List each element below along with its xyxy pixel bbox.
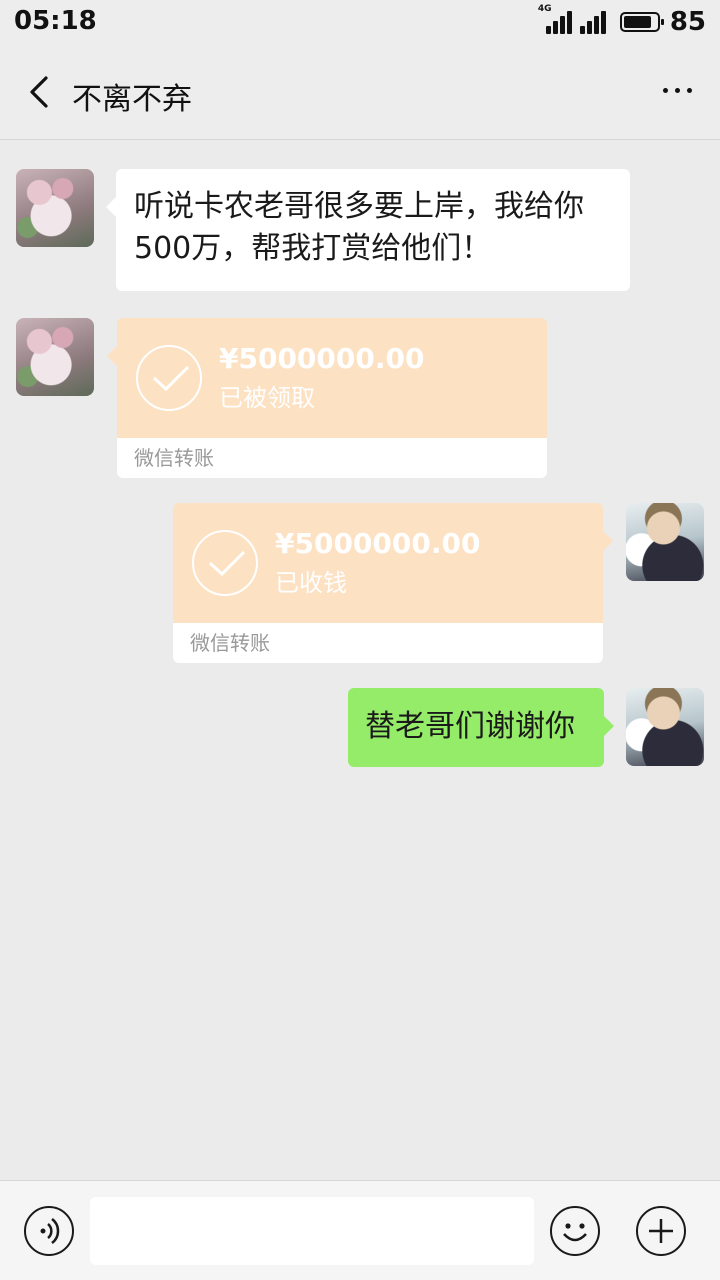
my-avatar[interactable] — [626, 503, 704, 581]
contact-avatar[interactable] — [16, 169, 94, 247]
battery-icon — [619, 12, 664, 32]
status-time: 05:18 — [14, 6, 97, 36]
signal-icon — [579, 10, 610, 34]
check-circle-icon — [136, 345, 202, 411]
plus-icon[interactable] — [636, 1206, 686, 1256]
status-bar: 05:18 4G 85 — [0, 0, 720, 44]
transfer-status: 已收钱 — [275, 569, 347, 597]
network-type-label: 4G — [537, 4, 552, 14]
my-avatar[interactable] — [626, 688, 704, 766]
transfer-card-body: ¥5000000.00 已被领取 — [107, 318, 547, 438]
transfer-amount: ¥5000000.00 — [275, 527, 481, 560]
status-icons: 4G 85 — [538, 4, 706, 38]
message-line: 听说卡农老哥很多要上岸，我给你 — [134, 189, 584, 224]
emoji-icon[interactable] — [550, 1206, 600, 1256]
back-chevron-icon[interactable] — [22, 74, 58, 110]
message-input[interactable] — [90, 1197, 534, 1265]
check-circle-icon — [192, 530, 258, 596]
transfer-amount: ¥5000000.00 — [219, 342, 425, 375]
more-dots-icon[interactable] — [663, 88, 692, 93]
received-transfer-card[interactable]: ¥5000000.00 已被领取 微信转账 — [107, 318, 547, 478]
battery-level: 85 — [669, 7, 706, 37]
input-bar — [0, 1180, 720, 1280]
sent-transfer-card[interactable]: ¥5000000.00 已收钱 微信转账 — [173, 503, 613, 663]
transfer-status: 已被领取 — [219, 384, 315, 412]
transfer-card-body: ¥5000000.00 已收钱 — [173, 503, 613, 623]
contact-avatar[interactable] — [16, 318, 94, 396]
signal-4g-icon: 4G — [538, 4, 572, 34]
transfer-footer: 微信转账 — [117, 438, 547, 478]
chat-header: 不离不弃 — [0, 44, 720, 140]
received-text-bubble[interactable]: 听说卡农老哥很多要上岸，我给你 500万，帮我打赏给他们！ — [106, 169, 630, 291]
transfer-footer: 微信转账 — [173, 623, 603, 663]
message-line: 500万，帮我打赏给他们！ — [134, 231, 492, 266]
sent-text-bubble[interactable]: 替老哥们谢谢你 — [348, 688, 614, 767]
message-text: 替老哥们谢谢你 — [365, 709, 575, 744]
voice-icon[interactable] — [24, 1206, 74, 1256]
chat-title: 不离不弃 — [72, 82, 192, 117]
